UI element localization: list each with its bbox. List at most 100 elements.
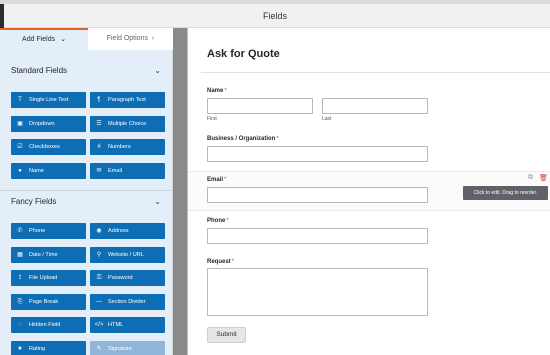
- field-button-label: Numbers: [108, 144, 131, 150]
- fancy-fields-toggle[interactable]: Fancy Fields ⌄: [0, 190, 172, 214]
- email-input[interactable]: [207, 187, 428, 203]
- edit-tooltip: Click to edit. Drag to reorder.: [463, 186, 548, 200]
- submit-button[interactable]: Submit: [207, 327, 246, 343]
- add-field-rating-button[interactable]: ★ Rating: [11, 340, 86, 355]
- add-field-password-button[interactable]: ⚿ Password: [90, 270, 165, 286]
- standard-fields-heading: Standard Fields: [11, 66, 68, 75]
- delete-icon[interactable]: 🗑: [539, 174, 548, 182]
- field-button-label: Checkboxes: [29, 144, 60, 150]
- name-label-text: Name: [207, 88, 224, 94]
- date-time-icon: ▦: [17, 251, 23, 258]
- request-textarea[interactable]: [207, 268, 428, 316]
- duplicate-icon[interactable]: ⧉: [528, 174, 533, 182]
- field-button-label: Website / URL: [108, 251, 144, 258]
- add-field-paragraph-text-button[interactable]: ¶ Paragraph Text: [90, 92, 165, 108]
- required-mark: *: [224, 88, 227, 94]
- name-label: Name*: [207, 88, 227, 94]
- add-field-signature-button[interactable]: ✎ Signature: [90, 340, 165, 355]
- fancy-fields-heading: Fancy Fields: [11, 197, 57, 206]
- business-label: Business / Organization*: [207, 136, 279, 142]
- add-field-email-button[interactable]: ✉ Email: [90, 162, 165, 179]
- password-icon: ⚿: [96, 275, 102, 281]
- page-break-icon: ⎘: [17, 298, 23, 305]
- dropdown-icon: ▣: [17, 120, 23, 127]
- name-icon: ●: [18, 167, 22, 174]
- field-button-label: Hidden Field: [29, 322, 61, 328]
- field-button-label: Single Line Text: [29, 97, 69, 103]
- tab-field-options-label: Field Options: [106, 35, 148, 42]
- field-button-label: Email: [108, 167, 122, 174]
- header-left-strip: [0, 4, 4, 28]
- field-button-label: Address: [108, 228, 129, 234]
- form-title[interactable]: Ask for Quote: [207, 48, 280, 60]
- last-sublabel: Last: [322, 116, 332, 122]
- add-field-checkboxes-button[interactable]: ☑ Checkboxes: [11, 139, 86, 155]
- website-url-icon: ⚲: [96, 251, 102, 258]
- email-icon: ✉: [96, 167, 102, 174]
- phone-input[interactable]: [207, 228, 428, 244]
- add-field-hidden-field-button[interactable]: ◌ Hidden Field: [11, 317, 86, 333]
- last-name-input[interactable]: [322, 98, 428, 114]
- add-field-file-upload-button[interactable]: ⇪ File Upload: [11, 270, 86, 286]
- required-mark: *: [224, 177, 227, 183]
- phone-label: Phone*: [207, 218, 229, 224]
- field-button-label: Multiple Choice: [108, 120, 147, 127]
- field-button-label: Password: [108, 275, 133, 281]
- add-field-html-button[interactable]: </> HTML: [90, 317, 165, 333]
- chevron-down-icon: ⌄: [154, 66, 161, 75]
- single-line-text-icon: T: [18, 97, 22, 103]
- required-mark: *: [231, 259, 235, 265]
- field-button-label: Phone: [29, 228, 46, 234]
- fields-sidebar: Standard Fields ⌄ T Single Line Text ¶ Para…: [0, 50, 173, 355]
- section-divider-icon: —: [96, 298, 102, 305]
- add-field-section-divider-button[interactable]: — Section Divider: [90, 293, 165, 310]
- request-label: Request*: [207, 259, 234, 265]
- add-field-date-time-button[interactable]: ▦ Date / Time: [11, 246, 86, 263]
- field-button-label: HTML: [108, 322, 124, 328]
- field-button-label: Signature: [108, 345, 132, 352]
- add-field-multiple-choice-button[interactable]: ☰ Multiple Choice: [90, 115, 165, 132]
- header-title: Fields: [262, 11, 287, 21]
- standard-fields-toggle[interactable]: Standard Fields ⌄: [0, 59, 172, 83]
- field-button-label: File Upload: [29, 275, 58, 281]
- field-button-label: Page Break: [29, 298, 59, 305]
- paragraph-text-icon: ¶: [97, 97, 101, 103]
- builder-header: Fields: [0, 4, 550, 28]
- address-icon: ◉: [96, 228, 102, 234]
- title-divider: [201, 72, 550, 73]
- canvas-gutter: [173, 28, 187, 355]
- numbers-icon: #: [97, 144, 101, 150]
- field-button-label: Dropdown: [29, 120, 55, 127]
- field-button-label: Section Divider: [108, 298, 146, 305]
- add-field-name-button[interactable]: ● Name: [11, 162, 86, 179]
- chevron-right-icon: ›: [151, 35, 155, 42]
- add-field-numbers-button[interactable]: # Numbers: [90, 139, 165, 155]
- add-field-single-line-text-button[interactable]: T Single Line Text: [11, 92, 86, 108]
- checkboxes-icon: ☑: [17, 144, 23, 150]
- add-field-phone-button[interactable]: ✆ Phone: [11, 223, 86, 239]
- first-name-input[interactable]: [207, 98, 313, 114]
- business-label-text: Business / Organization: [207, 136, 276, 142]
- multiple-choice-icon: ☰: [96, 120, 102, 127]
- tab-add-fields[interactable]: Add Fields ⌄: [0, 28, 88, 50]
- add-field-address-button[interactable]: ◉ Address: [90, 223, 165, 239]
- field-button-label: Paragraph Text: [108, 97, 146, 103]
- request-label-text: Request: [207, 259, 231, 265]
- chevron-down-icon: ⌄: [154, 197, 161, 206]
- panel-tabs: Add Fields ⌄ Field Options ›: [0, 28, 173, 50]
- hidden-field-icon: ◌: [18, 322, 22, 328]
- add-field-page-break-button[interactable]: ⎘ Page Break: [11, 293, 86, 310]
- business-input[interactable]: [207, 146, 428, 162]
- required-mark: *: [276, 136, 279, 142]
- field-button-label: Name: [29, 167, 44, 174]
- add-field-dropdown-button[interactable]: ▣ Dropdown: [11, 115, 86, 132]
- first-sublabel: First: [207, 116, 217, 122]
- required-mark: *: [226, 218, 229, 224]
- phone-icon: ✆: [17, 228, 23, 234]
- tab-add-fields-label: Add Fields: [22, 36, 56, 43]
- form-preview: Ask for Quote Name* First Last Business …: [187, 28, 550, 355]
- tab-field-options[interactable]: Field Options ›: [88, 28, 173, 50]
- file-upload-icon: ⇪: [17, 275, 23, 281]
- email-label: Email*: [207, 177, 226, 183]
- add-field-website-url-button[interactable]: ⚲ Website / URL: [90, 246, 165, 263]
